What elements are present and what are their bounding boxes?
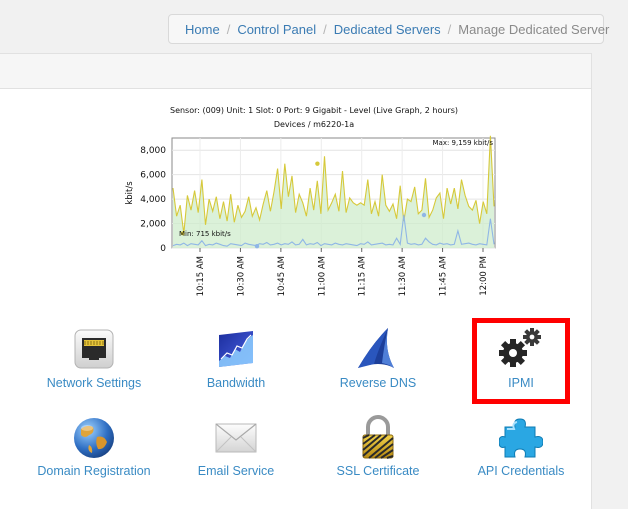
ssl-certificate-tile[interactable]: SSL Certificate — [308, 413, 448, 483]
reverse-dns-label: Reverse DNS — [339, 376, 417, 390]
series-marker — [315, 161, 320, 166]
y-tick-label: 6,000 — [140, 171, 166, 181]
envelope-icon — [215, 423, 257, 453]
puzzle-icon — [499, 418, 543, 458]
breadcrumb-separator: / — [447, 21, 452, 37]
x-tick-label: 11:45 AM — [439, 256, 449, 296]
series-marker — [421, 212, 427, 218]
x-tick-label: 10:15 AM — [196, 256, 206, 296]
panel-header — [0, 53, 592, 89]
breadcrumb-dedicated-servers-link[interactable]: Dedicated Servers — [334, 22, 441, 37]
min-annotation: Min: 715 kbit/s — [179, 230, 231, 238]
ssl-certificate-label: SSL Certificate — [336, 464, 420, 478]
breadcrumb-control-panel-link[interactable]: Control Panel — [237, 22, 316, 37]
live-bandwidth-graph: 0 2,000 4,000 6,000 8,000 10:15 AM 10:30 AM 10:… — [125, 135, 496, 296]
email-service-label: Email Service — [197, 464, 275, 478]
x-tick-label: 10:30 AM — [236, 256, 246, 296]
api-credentials-tile[interactable]: API Credentials — [451, 413, 591, 483]
bandwidth-label: Bandwidth — [206, 376, 266, 390]
padlock-icon — [362, 415, 394, 459]
x-tick-label: 12:00 PM — [479, 256, 489, 296]
y-tick-label: 0 — [160, 244, 166, 254]
breadcrumb-separator: / — [226, 21, 231, 37]
breadcrumb-current-page: Manage Dedicated Server — [458, 21, 610, 37]
reverse-dns-icon — [358, 328, 394, 368]
x-tick-label: 11:00 AM — [317, 256, 327, 296]
graph-title: Sensor: (009) Unit: 1 Slot: 0 Port: 9 Gi… — [169, 106, 458, 115]
globe-icon — [74, 418, 114, 458]
y-axis-label: kbit/s — [125, 181, 135, 205]
api-credentials-label: API Credentials — [477, 464, 565, 478]
y-tick-label: 4,000 — [140, 195, 166, 205]
x-tick-label: 10:45 AM — [277, 256, 287, 296]
breadcrumb: Home / Control Panel / Dedicated Servers… — [168, 14, 609, 44]
email-service-tile[interactable]: Email Service — [166, 413, 306, 483]
series-marker — [254, 243, 260, 249]
breadcrumb-home-link[interactable]: Home — [185, 22, 220, 37]
domain-registration-label: Domain Registration — [37, 464, 151, 478]
x-tick-label: 11:30 AM — [398, 256, 408, 296]
network-settings-tile[interactable]: Network Settings — [24, 325, 164, 395]
y-tick-label: 2,000 — [140, 220, 166, 230]
breadcrumb-separator: / — [323, 21, 327, 37]
x-tick-label: 11:15 AM — [358, 256, 368, 296]
ipmi-highlight-box — [472, 318, 570, 404]
y-tick-label: 8,000 — [140, 146, 166, 156]
network-port-icon — [74, 329, 114, 369]
network-settings-label: Network Settings — [46, 376, 142, 390]
reverse-dns-tile[interactable]: Reverse DNS — [308, 325, 448, 395]
bandwidth-tile[interactable]: Bandwidth — [166, 325, 306, 395]
domain-registration-tile[interactable]: Domain Registration — [24, 413, 164, 505]
bandwidth-chart-icon — [219, 331, 253, 367]
max-annotation: Max: 9,159 kbit/s — [432, 139, 493, 147]
